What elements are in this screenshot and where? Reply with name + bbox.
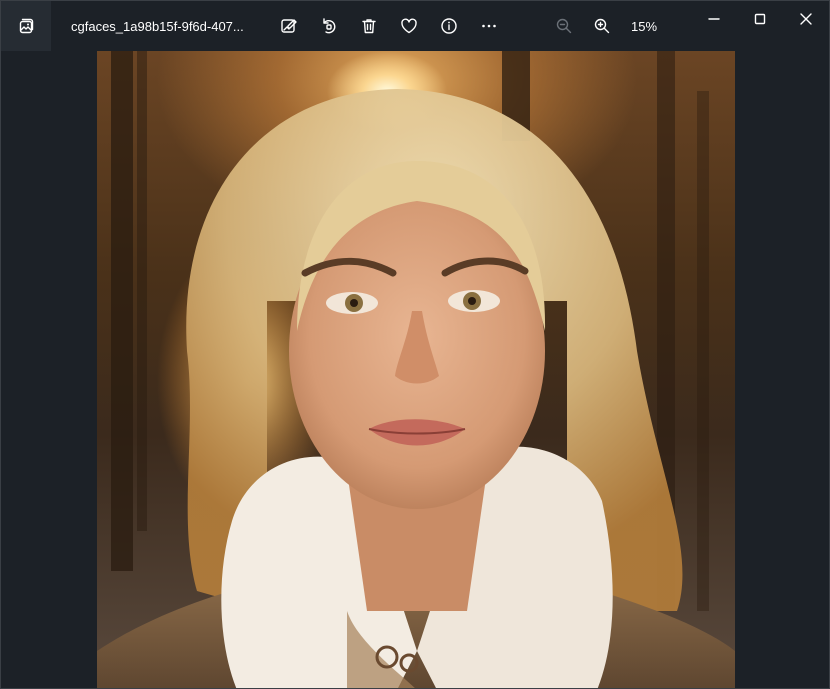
- delete-button[interactable]: [349, 8, 389, 44]
- edit-image-icon: [280, 17, 298, 35]
- delete-icon: [360, 17, 378, 35]
- portrait-illustration: [97, 89, 735, 688]
- zoom-controls: 15%: [545, 1, 667, 51]
- gallery-button[interactable]: [1, 1, 51, 51]
- minimize-button[interactable]: [691, 1, 737, 37]
- window-title: cgfaces_1a98b15f-9f6d-407...: [71, 18, 244, 34]
- image-canvas[interactable]: [1, 51, 829, 688]
- zoom-out-button[interactable]: [545, 8, 583, 44]
- gallery-icon: [18, 18, 34, 34]
- maximize-button[interactable]: [737, 1, 783, 37]
- zoom-in-icon: [593, 17, 611, 35]
- minimize-icon: [708, 13, 720, 25]
- close-button[interactable]: [783, 1, 829, 37]
- edit-image-button[interactable]: [269, 8, 309, 44]
- favorite-icon: [400, 17, 418, 35]
- photos-app-window: cgfaces_1a98b15f-9f6d-407... 15%: [0, 0, 830, 689]
- window-controls: [691, 1, 829, 37]
- rotate-button[interactable]: [309, 8, 349, 44]
- info-button[interactable]: [429, 8, 469, 44]
- maximize-icon: [754, 13, 766, 25]
- zoom-out-icon: [555, 17, 573, 35]
- zoom-level[interactable]: 15%: [631, 19, 667, 34]
- more-icon: [480, 17, 498, 35]
- portrait-photo[interactable]: [97, 51, 735, 688]
- zoom-in-button[interactable]: [583, 8, 621, 44]
- more-options-button[interactable]: [469, 8, 509, 44]
- rotate-icon: [320, 17, 338, 35]
- close-icon: [800, 13, 812, 25]
- info-icon: [440, 17, 458, 35]
- favorite-button[interactable]: [389, 8, 429, 44]
- image-toolbar: [269, 1, 509, 51]
